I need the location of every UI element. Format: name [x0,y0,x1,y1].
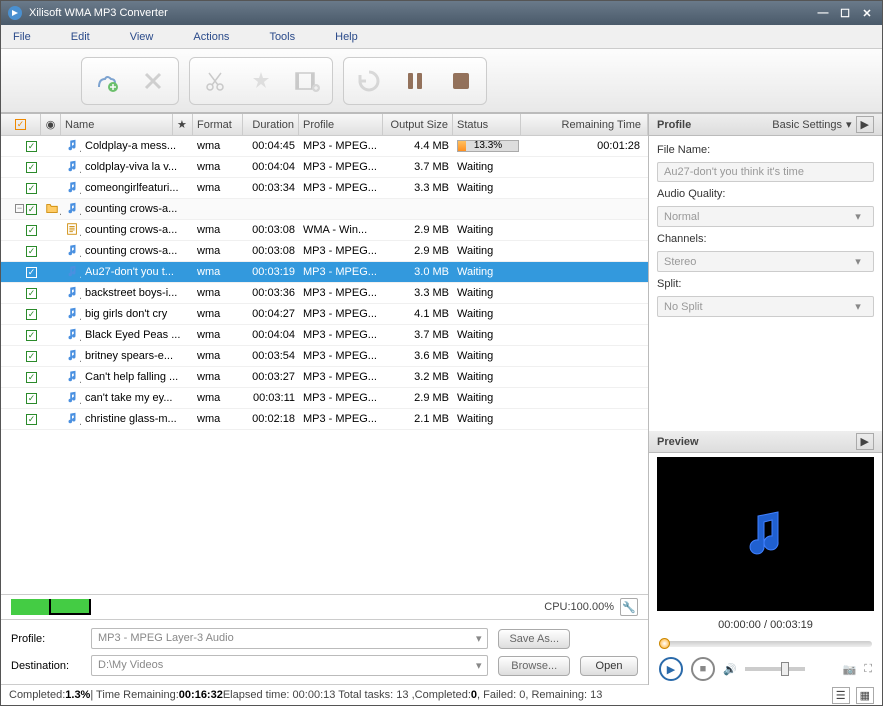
preview-box [657,457,874,611]
snapshot-button[interactable]: 📷 [843,663,857,676]
grid-header: ✓ ◉ Name ★ Format Duration Profile Outpu… [1,114,648,136]
table-row[interactable]: ✓counting crows-a...wma00:03:08MP3 - MPE… [1,241,648,262]
col-star[interactable]: ★ [173,114,193,135]
remove-button[interactable] [138,66,168,96]
menu-tools[interactable]: Tools [269,31,295,43]
settings-button[interactable]: 🔧 [620,598,638,616]
effects-button[interactable] [246,66,276,96]
profile-select[interactable]: MP3 - MPEG Layer-3 Audio▾ [91,628,488,649]
volume-icon[interactable]: 🔊 [723,663,737,676]
profile-form: File Name: Au27-don't you think it's tim… [649,136,882,325]
menu-view[interactable]: View [130,31,154,43]
profile-label: Profile: [11,633,81,645]
play-button[interactable]: ▶ [659,657,683,681]
table-row[interactable]: ✓comeongirlfeaturi...wma00:03:34MP3 - MP… [1,178,648,199]
table-row[interactable]: ✓counting crows-a...wma00:03:08WMA - Win… [1,220,648,241]
channels-select[interactable]: Stereo▾ [657,251,874,272]
app-window: Xilisoft WMA MP3 Converter — ☐ ✕ File Ed… [0,0,883,706]
saveas-button[interactable]: Save As... [498,629,570,649]
fullscreen-button[interactable]: ⛶ [864,663,872,676]
stop-playback-button[interactable]: ■ [691,657,715,681]
bottom-form: Profile: MP3 - MPEG Layer-3 Audio▾ Save … [1,620,648,685]
cut-button[interactable] [200,66,230,96]
table-row[interactable]: ✓britney spears-e...wma00:03:54MP3 - MPE… [1,346,648,367]
col-status[interactable]: Status [453,114,521,135]
preview-expand-button[interactable]: ▶ [856,433,874,450]
preview-panel-head: Preview ▶ [649,431,882,453]
table-row[interactable]: ✓backstreet boys-i...wma00:03:36MP3 - MP… [1,283,648,304]
volume-slider[interactable] [745,667,805,671]
select-all-checkbox[interactable]: ✓ [15,119,26,130]
col-duration[interactable]: Duration [243,114,299,135]
col-name[interactable]: Name [61,114,173,135]
table-row[interactable]: ✓Coldplay-a mess...wma00:04:45MP3 - MPEG… [1,136,648,157]
table-row[interactable]: ✓big girls don't crywma00:04:27MP3 - MPE… [1,304,648,325]
add-file-button[interactable] [92,66,122,96]
pause-button[interactable] [400,66,430,96]
filename-label: File Name: [657,144,874,156]
close-button[interactable]: ✕ [858,6,876,20]
col-output[interactable]: Output Size [383,114,453,135]
preview-time: 00:00:00 / 00:03:19 [649,615,882,635]
table-row[interactable]: ✓Can't help falling ...wma00:03:27MP3 - … [1,367,648,388]
open-button[interactable]: Open [580,656,638,676]
menu-file[interactable]: File [13,31,31,43]
cpu-text: CPU:100.00% [544,601,614,613]
minimize-button[interactable]: — [814,6,832,20]
channels-label: Channels: [657,233,874,245]
list-view-button[interactable]: ☰ [832,687,850,704]
menu-edit[interactable]: Edit [71,31,90,43]
status-bar: Completed: 1.3% | Time Remaining: 00:16:… [1,685,882,705]
menu-bar: File Edit View Actions Tools Help [1,25,882,49]
toolbar [1,49,882,113]
app-icon [7,5,23,21]
cpu-bar: CPU:100.00% 🔧 [1,594,648,620]
video-button[interactable] [292,66,322,96]
split-select[interactable]: No Split▾ [657,296,874,317]
profile-panel-head: Profile Basic Settings ▾ ▶ [649,114,882,136]
menu-actions[interactable]: Actions [193,31,229,43]
seek-slider[interactable] [659,641,872,647]
table-row[interactable]: ✓coldplay-viva la v...wma00:04:04MP3 - M… [1,157,648,178]
quality-label: Audio Quality: [657,188,874,200]
table-row[interactable]: ✓Black Eyed Peas ...wma00:04:04MP3 - MPE… [1,325,648,346]
col-profile[interactable]: Profile [299,114,383,135]
maximize-button[interactable]: ☐ [836,6,854,20]
table-row[interactable]: ✓can't take my ey...wma00:03:11MP3 - MPE… [1,388,648,409]
music-note-icon [736,504,796,564]
quality-select[interactable]: Normal▾ [657,206,874,227]
stop-button[interactable] [446,66,476,96]
cpu-graph [11,599,91,615]
filename-input[interactable]: Au27-don't you think it's time [657,162,874,182]
table-row[interactable]: −✓counting crows-a... [1,199,648,220]
menu-help[interactable]: Help [335,31,358,43]
title-bar: Xilisoft WMA MP3 Converter — ☐ ✕ [1,1,882,25]
window-title: Xilisoft WMA MP3 Converter [29,7,168,19]
col-format[interactable]: Format [193,114,243,135]
table-row[interactable]: ✓Au27-don't you t...wma00:03:19MP3 - MPE… [1,262,648,283]
basic-settings-dropdown[interactable]: Basic Settings [772,119,842,131]
thumb-view-button[interactable]: ▦ [856,687,874,704]
convert-button[interactable] [354,66,384,96]
destination-input[interactable]: D:\My Videos▾ [91,655,488,676]
destination-label: Destination: [11,660,81,672]
expand-button[interactable]: ▶ [856,116,874,133]
grid-body[interactable]: ✓Coldplay-a mess...wma00:04:45MP3 - MPEG… [1,136,648,594]
record-icon[interactable]: ◉ [41,114,61,135]
col-remaining[interactable]: Remaining Time [521,114,648,135]
split-label: Split: [657,278,874,290]
browse-button[interactable]: Browse... [498,656,570,676]
table-row[interactable]: ✓christine glass-m...wma00:02:18MP3 - MP… [1,409,648,430]
